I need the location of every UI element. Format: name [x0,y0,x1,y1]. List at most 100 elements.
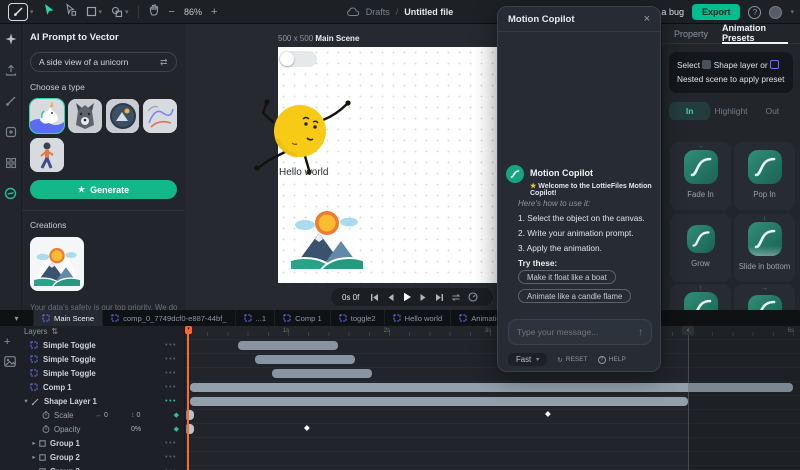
prev-frame-button[interactable] [386,293,395,302]
sort-icon[interactable]: ⇅ [51,327,58,336]
scale-x-value[interactable]: 0 [104,412,108,419]
help-button[interactable]: ? HELP [597,355,626,364]
chevron-down-icon[interactable]: ▾ [99,8,103,16]
keyframe-toggle-icon[interactable]: ◆ [174,411,179,419]
type-thumb-sketch[interactable] [143,99,177,133]
zoom-in-button[interactable]: + [211,6,217,18]
zoom-out-button[interactable]: − [169,6,175,18]
avatar[interactable] [769,5,783,19]
layer-options-icon[interactable]: ••• [165,384,177,391]
expand-icon[interactable]: ▸ [30,453,38,461]
select-tool-button[interactable] [43,3,55,21]
speed-selector[interactable]: Fast ▾ [508,353,548,366]
zoom-level[interactable]: 86% [184,7,202,17]
layer-row[interactable]: Simple Toggle ••• [0,352,184,366]
segment-highlight[interactable]: Highlight [710,102,751,120]
shape-tool-button[interactable]: ▾ [86,6,103,17]
hand-tool-button[interactable] [148,3,160,21]
loop-icon[interactable] [451,293,461,302]
layer-options-icon[interactable]: ••• [165,440,177,447]
type-thumb-badge[interactable] [105,99,140,133]
playhead[interactable]: ▾ [185,326,192,470]
plugin-icon[interactable] [5,125,17,143]
property-row-opacity[interactable]: Opacity 0% ◆ [0,422,184,436]
ai-tools-icon[interactable] [5,32,17,50]
preset-fade-in[interactable]: → Fade In [670,142,731,210]
track-bar-simple-toggle-1[interactable] [238,340,338,350]
skip-start-button[interactable] [370,293,379,302]
assets-grid-icon[interactable] [5,156,17,174]
toggle-graphic[interactable] [279,51,317,67]
help-icon[interactable]: ? [748,5,762,19]
keyframe-toggle-icon[interactable]: ◆ [174,425,179,433]
property-row-scale[interactable]: Scale ↔ 0 ↕ 0 ◆ [0,408,184,422]
hello-world-text[interactable]: Hello world [279,167,328,178]
timeline-tracks[interactable]: 1s 2s 3s 4s 5s 6s ‹ ◆ ◆ [185,326,800,470]
skip-end-button[interactable] [435,293,444,302]
playback-speed-icon[interactable] [468,292,478,302]
send-icon[interactable]: ↑ [638,327,643,338]
layer-row-shape[interactable]: ▾ Shape Layer 1 ••• [0,394,184,408]
work-area-end-line[interactable] [688,326,689,470]
shape-builder-tool-button[interactable]: ▾ [111,6,129,18]
layer-options-icon[interactable]: ••• [165,398,177,405]
keyframe-diamond-scale[interactable]: ◆ [545,409,551,418]
upload-icon[interactable] [5,63,17,81]
tabbar-chevron-icon[interactable]: ▾ [0,310,34,326]
scale-y-value[interactable]: 0 [137,412,141,419]
breadcrumb-section[interactable]: Drafts [366,7,390,17]
suggestion-candle-flame[interactable]: Animate like a candle flame [518,289,632,303]
layer-options-icon[interactable]: ••• [165,356,177,363]
generate-button[interactable]: ★ Generate [30,180,177,199]
scene-tab-1[interactable]: ...1 [236,310,276,326]
track-bar-comp-1[interactable] [190,382,793,392]
group-row[interactable]: ▸ Group 1 ••• [0,436,184,450]
expand-icon[interactable]: ▸ [30,439,38,447]
layer-row[interactable]: Comp 1 ••• [0,380,184,394]
track-bar-shape-layer-1[interactable] [190,396,688,406]
type-thumb-person[interactable] [30,138,64,172]
node-select-tool-button[interactable] [64,2,77,21]
segment-in[interactable]: In [669,102,711,121]
playhead-handle[interactable]: ▾ [185,326,192,334]
export-button[interactable]: Export [691,4,741,20]
next-frame-button[interactable] [419,293,428,302]
layer-options-icon[interactable]: ••• [165,370,177,377]
preset-slide-in-bottom[interactable]: ↓ Slide in bottom [734,214,795,282]
play-button[interactable] [402,292,412,302]
scene-tab-comp0[interactable]: comp_0_7749dcf0-e887-44bf_ [103,310,236,326]
chevron-down-icon[interactable]: ▾ [30,8,34,16]
pen-rail-icon[interactable] [5,94,17,112]
line-tool-button[interactable]: ▾ [8,2,34,21]
track-bar-simple-toggle-3[interactable] [272,368,372,378]
close-icon[interactable]: × [644,13,650,25]
prompt-input[interactable] [39,57,155,67]
suggestion-float-boat[interactable]: Make it float like a boat [518,270,616,284]
creation-thumbnail[interactable] [30,237,84,291]
copilot-message-input[interactable] [517,327,638,337]
opacity-value[interactable]: 0% [131,426,141,433]
preset-pop-in[interactable]: Pop In [734,142,795,210]
scene-tab-toggle2[interactable]: toggle2 [331,310,385,326]
collapse-icon[interactable]: ▾ [22,397,30,405]
shuffle-icon[interactable]: ⇄ [160,57,168,68]
scene-name[interactable]: Main Scene [315,34,359,43]
breadcrumb-file[interactable]: Untitled file [404,7,453,17]
motion-copilot-rail-icon[interactable] [4,187,17,205]
scene-tab-comp1[interactable]: Comp 1 [275,310,331,326]
layer-options-icon[interactable]: ••• [165,342,177,349]
emoji-character[interactable] [247,94,367,178]
keyframe-diamond-opacity[interactable]: ◆ [304,423,310,432]
group-row[interactable]: ▸ Group 2 ••• [0,450,184,464]
work-area-end-handle[interactable]: ‹ [682,326,694,335]
layer-row[interactable]: Simple Toggle ••• [0,338,184,352]
segment-out[interactable]: Out [752,102,793,120]
preset-grow[interactable]: Grow [670,214,731,282]
track-bar-simple-toggle-2[interactable] [255,354,355,364]
reset-button[interactable]: ↻ RESET [557,356,588,364]
mountain-illustration[interactable] [291,203,363,269]
tab-animation-presets[interactable]: Animation Presets [722,23,788,44]
group-row[interactable]: ▸ Group 3 ••• [0,464,184,470]
layer-row[interactable]: Simple Toggle ••• [0,366,184,380]
type-thumb-unicorn[interactable] [29,98,65,134]
